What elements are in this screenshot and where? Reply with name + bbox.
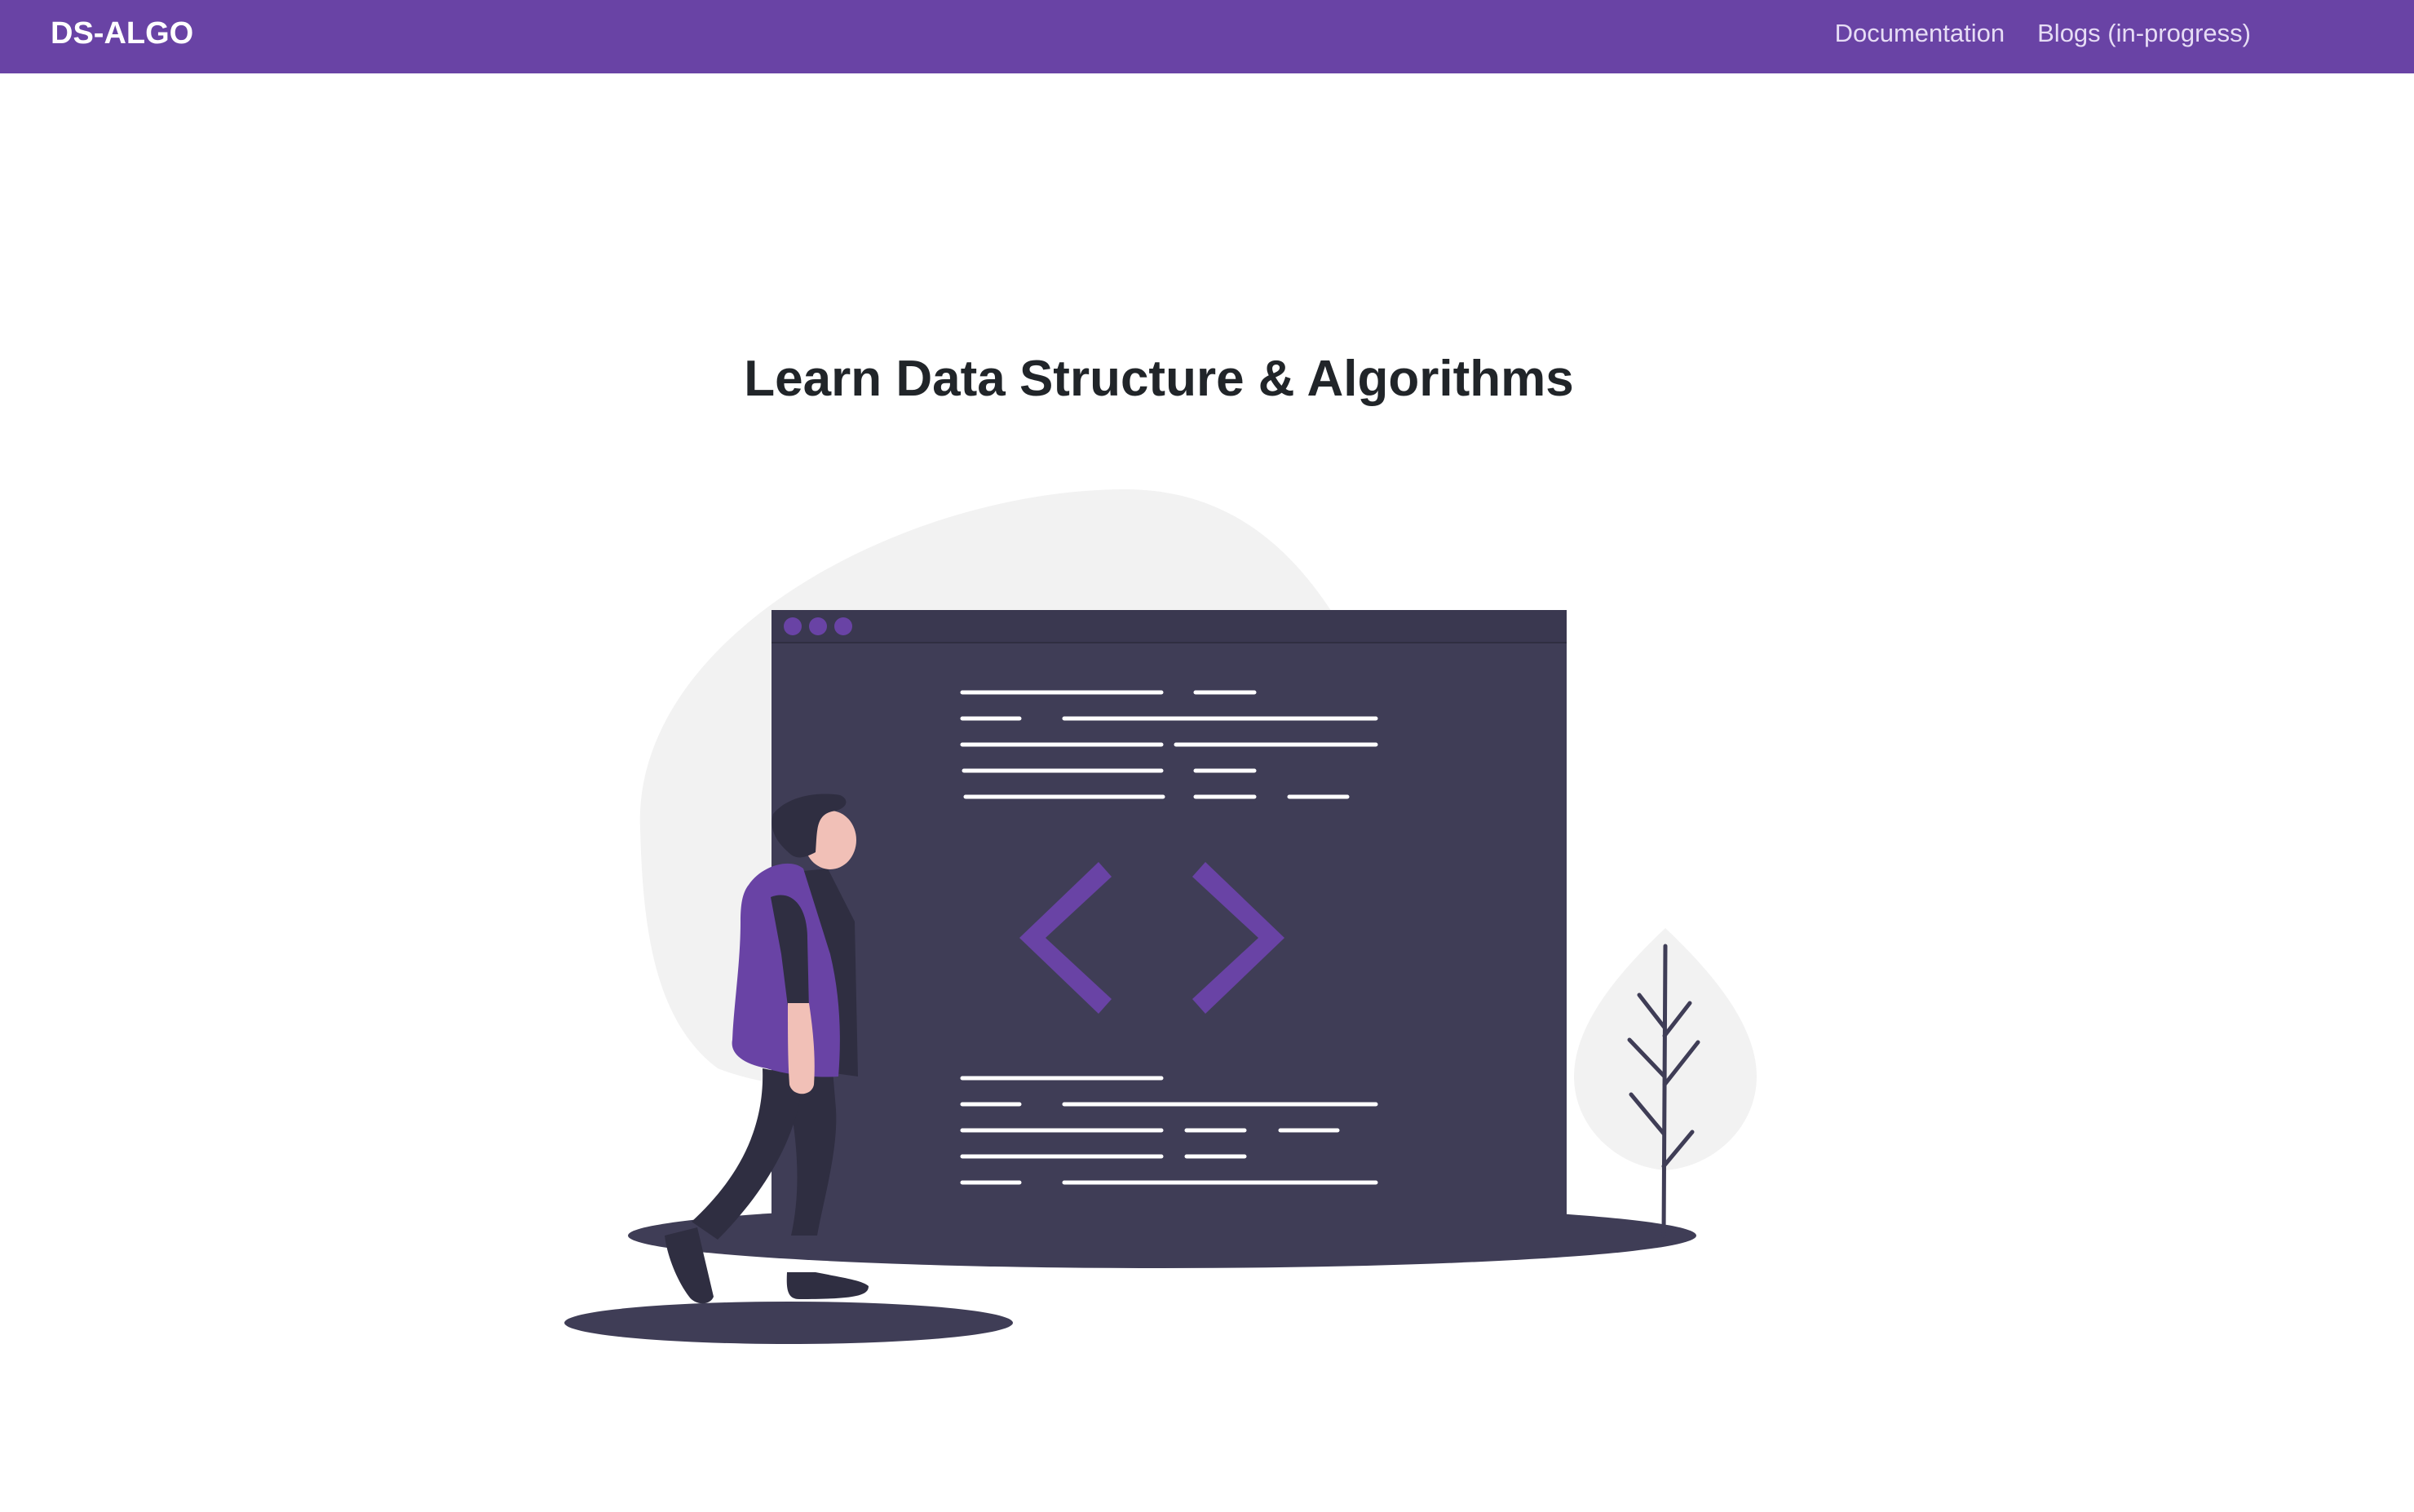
window-dot-3 bbox=[834, 617, 852, 635]
hero-title: Learn Data Structure & Algorithms bbox=[744, 351, 1574, 407]
nav-link-blogs[interactable]: Blogs (in-progress) bbox=[2037, 19, 2251, 48]
window-dot-2 bbox=[809, 617, 827, 635]
top-navbar: DS-ALGO Documentation Blogs (in-progress… bbox=[0, 0, 2414, 73]
ground-shadow-small bbox=[564, 1302, 1013, 1344]
brand-logo[interactable]: DS-ALGO bbox=[51, 15, 193, 52]
window-dot-1 bbox=[784, 617, 802, 635]
code-window-titlebar bbox=[772, 610, 1567, 643]
code-window-body bbox=[772, 610, 1567, 1231]
hero-illustration bbox=[564, 489, 1757, 1344]
tree-illustration bbox=[1574, 928, 1757, 1238]
nav-links: Documentation Blogs (in-progress) bbox=[1802, 15, 2251, 52]
nav-link-documentation[interactable]: Documentation bbox=[1835, 19, 2005, 48]
code-window bbox=[772, 610, 1567, 1231]
